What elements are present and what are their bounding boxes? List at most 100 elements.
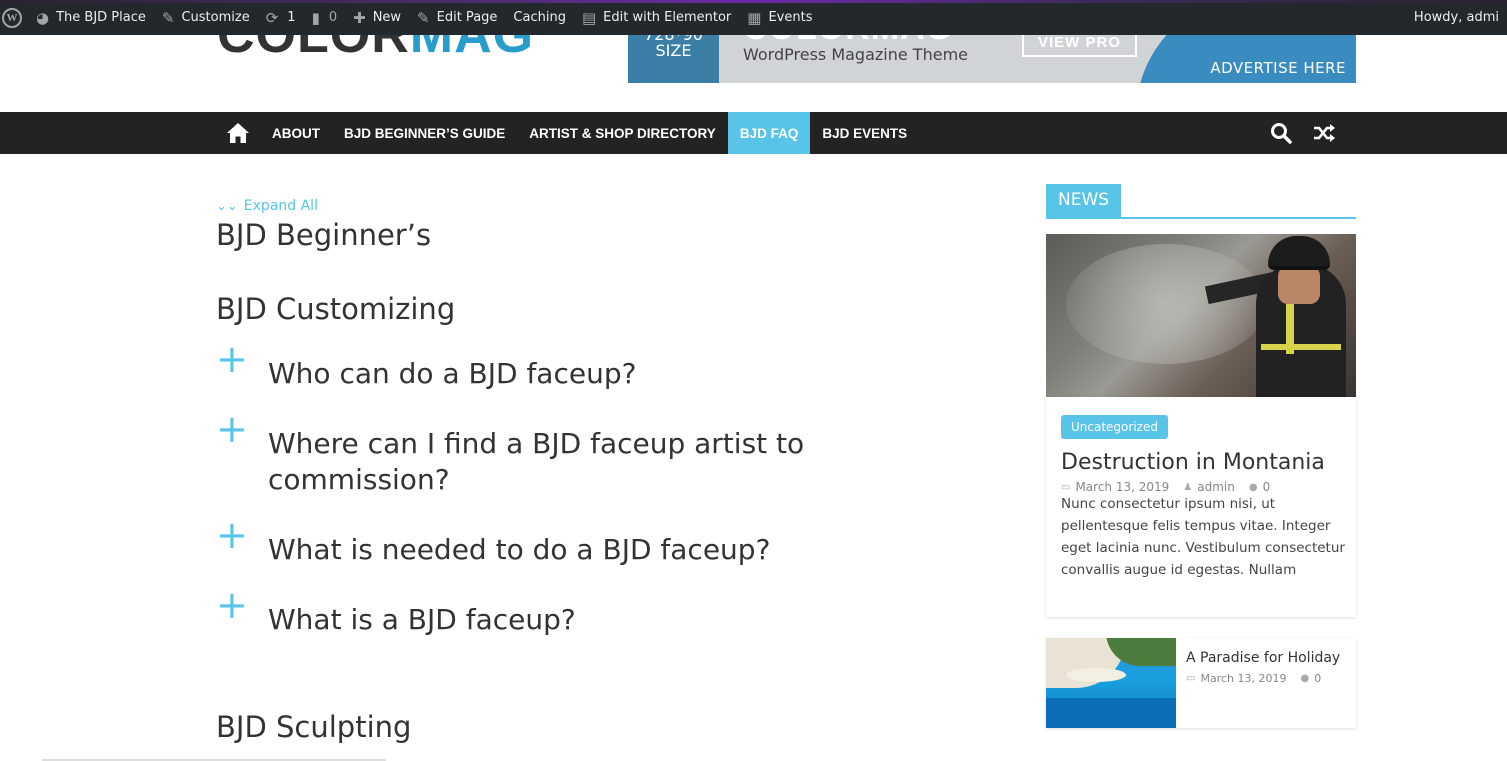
post-date-text: March 13, 2019 <box>1200 672 1287 685</box>
faq-category-sculpting[interactable]: BJD Sculpting <box>216 710 411 744</box>
pencil-icon: ✎ <box>417 8 430 27</box>
wordpress-icon: W <box>2 7 22 28</box>
elementor-label: Edit with Elementor <box>603 10 732 25</box>
post-author-text: admin <box>1197 480 1235 494</box>
news-widget-title: NEWS <box>1046 184 1122 217</box>
image-stripe <box>1286 304 1294 354</box>
updates-link[interactable]: ⟳ 1 <box>258 0 304 35</box>
post-comments[interactable]: ● 0 <box>1300 672 1321 685</box>
banner-size-box: 728*90 SIZE <box>628 35 719 83</box>
featured-news-excerpt: Nunc consectetur ipsum nisi, ut pellente… <box>1061 496 1345 578</box>
faq-question-text: Who can do a BJD faceup? <box>268 357 637 390</box>
post-date-text: March 13, 2019 <box>1075 480 1170 494</box>
faq-question-text: What is a BJD faceup? <box>268 603 576 636</box>
banner-subtitle: WordPress Magazine Theme <box>743 45 968 64</box>
edit-page-label: Edit Page <box>436 10 498 25</box>
logo-text-dark: COLOR <box>217 35 410 64</box>
advertisement-banner[interactable]: 728*90 SIZE COLORMAG WordPress Magazine … <box>628 35 1356 83</box>
double-chevron-down-icon: ⌄⌄ <box>216 198 238 214</box>
paintbrush-icon: ✎ <box>161 8 175 27</box>
sidebar: NEWS Uncategorized Destruction in Montan… <box>1046 184 1356 728</box>
comment-icon: ● <box>1300 673 1310 684</box>
calendar-icon: ▭ <box>1186 673 1196 684</box>
faq-category-beginners[interactable]: BJD Beginner’s <box>216 218 431 252</box>
site-header: COLORMAG 728*90 SIZE COLORMAG WordPress … <box>0 35 1507 108</box>
image-helmet <box>1268 236 1330 270</box>
featured-news-card: Uncategorized Destruction in Montania ▭ … <box>1046 397 1356 617</box>
edit-page-link[interactable]: ✎ Edit Page <box>409 0 505 35</box>
featured-news-title[interactable]: Destruction in Montania <box>1061 450 1325 475</box>
news-list-item: A Paradise for Holiday ▭ March 13, 2019 … <box>1046 638 1356 728</box>
customize-label: Customize <box>181 10 250 25</box>
howdy-label: Howdy, admi <box>1413 10 1499 25</box>
faq-question-text: What is needed to do a BJD faceup? <box>268 533 771 566</box>
home-link[interactable] <box>216 112 260 154</box>
nav-item-beginners-guide[interactable]: BJD BEGINNER’S GUIDE <box>332 112 517 154</box>
new-content-menu[interactable]: ✚ New <box>345 0 409 35</box>
post-comments-count: 0 <box>1262 480 1271 494</box>
new-label: New <box>372 10 402 25</box>
my-account-menu[interactable]: Howdy, admi <box>1406 0 1507 35</box>
main-navigation: ABOUT BJD BEGINNER’S GUIDE ARTIST & SHOP… <box>0 112 1507 154</box>
post-author[interactable]: ♟ admin <box>1183 480 1235 494</box>
comments-link[interactable]: ▮ 0 <box>304 0 346 35</box>
faq-question-text: Where can I find a BJD faceup artist to … <box>268 427 805 496</box>
post-comments-count: 0 <box>1314 672 1322 685</box>
nav-item-artist-directory[interactable]: ARTIST & SHOP DIRECTORY <box>517 112 728 154</box>
news-widget-header: NEWS <box>1046 184 1356 219</box>
calendar-icon: ▭ <box>1061 481 1071 493</box>
news-item-title[interactable]: A Paradise for Holiday <box>1186 650 1340 666</box>
wp-admin-bar: W ◕ The BJD Place ✎ Customize ⟳ 1 ▮ 0 ✚ … <box>0 0 1507 35</box>
user-icon: ♟ <box>1183 481 1193 493</box>
expand-all-label: Expand All <box>243 198 318 214</box>
plus-icon[interactable]: + <box>216 410 248 448</box>
comments-count: 0 <box>328 10 338 25</box>
site-logo[interactable]: COLORMAG <box>217 35 534 65</box>
calendar-icon: ▦ <box>747 8 762 27</box>
events-menu[interactable]: ▦ Events <box>739 0 820 35</box>
plus-icon[interactable]: + <box>216 586 248 624</box>
category-badge[interactable]: Uncategorized <box>1061 415 1168 439</box>
site-name-label: The BJD Place <box>56 10 146 25</box>
wp-logo-menu[interactable]: W <box>0 0 28 35</box>
site-name-menu[interactable]: ◕ The BJD Place <box>28 0 154 35</box>
thumb-beach <box>1066 668 1126 682</box>
customize-link[interactable]: ✎ Customize <box>154 0 258 35</box>
caching-label: Caching <box>513 10 566 25</box>
news-item-meta: ▭ March 13, 2019 ● 0 <box>1186 672 1335 685</box>
featured-news-meta: ▭ March 13, 2019 ♟ admin ● 0 <box>1061 480 1284 494</box>
post-date[interactable]: ▭ March 13, 2019 <box>1061 480 1169 494</box>
plus-icon[interactable]: + <box>216 340 248 378</box>
image-face <box>1278 266 1320 304</box>
dashboard-icon: ◕ <box>36 8 50 27</box>
post-date[interactable]: ▭ March 13, 2019 <box>1186 672 1286 685</box>
logo-text-blue: MAG <box>409 35 535 64</box>
search-icon[interactable] <box>1270 122 1292 144</box>
updates-icon: ⟳ <box>265 8 279 27</box>
comment-icon: ▮ <box>311 8 320 27</box>
faq-category-customizing[interactable]: BJD Customizing <box>216 292 455 326</box>
nav-item-bjd-events[interactable]: BJD EVENTS <box>810 112 919 154</box>
featured-news-image[interactable] <box>1046 234 1356 397</box>
faq-content: ⌄⌄ Expand All BJD Beginner’s BJD Customi… <box>216 154 816 761</box>
elementor-link[interactable]: ▤ Edit with Elementor <box>574 0 739 35</box>
nav-item-about[interactable]: ABOUT <box>260 112 332 154</box>
comment-icon: ● <box>1248 481 1258 493</box>
plus-icon: ✚ <box>353 8 366 27</box>
view-pro-button[interactable]: VIEW PRO <box>1022 35 1137 57</box>
nav-item-bjd-faq[interactable]: BJD FAQ <box>727 112 811 154</box>
events-label: Events <box>768 10 813 25</box>
caching-menu[interactable]: Caching <box>505 0 574 35</box>
admin-bar-top-glow <box>0 0 1507 3</box>
updates-count: 1 <box>287 10 296 25</box>
banner-size-label: SIZE <box>655 41 692 60</box>
image-stripe <box>1261 344 1341 350</box>
expand-all-link[interactable]: ⌄⌄ Expand All <box>216 198 318 214</box>
thumb-sea <box>1046 698 1176 728</box>
plus-icon[interactable]: + <box>216 516 248 554</box>
news-thumbnail[interactable] <box>1046 638 1176 728</box>
image-smoke <box>1066 244 1266 364</box>
post-comments[interactable]: ● 0 <box>1249 480 1270 494</box>
home-icon <box>227 123 249 143</box>
random-post-icon[interactable] <box>1312 123 1336 143</box>
